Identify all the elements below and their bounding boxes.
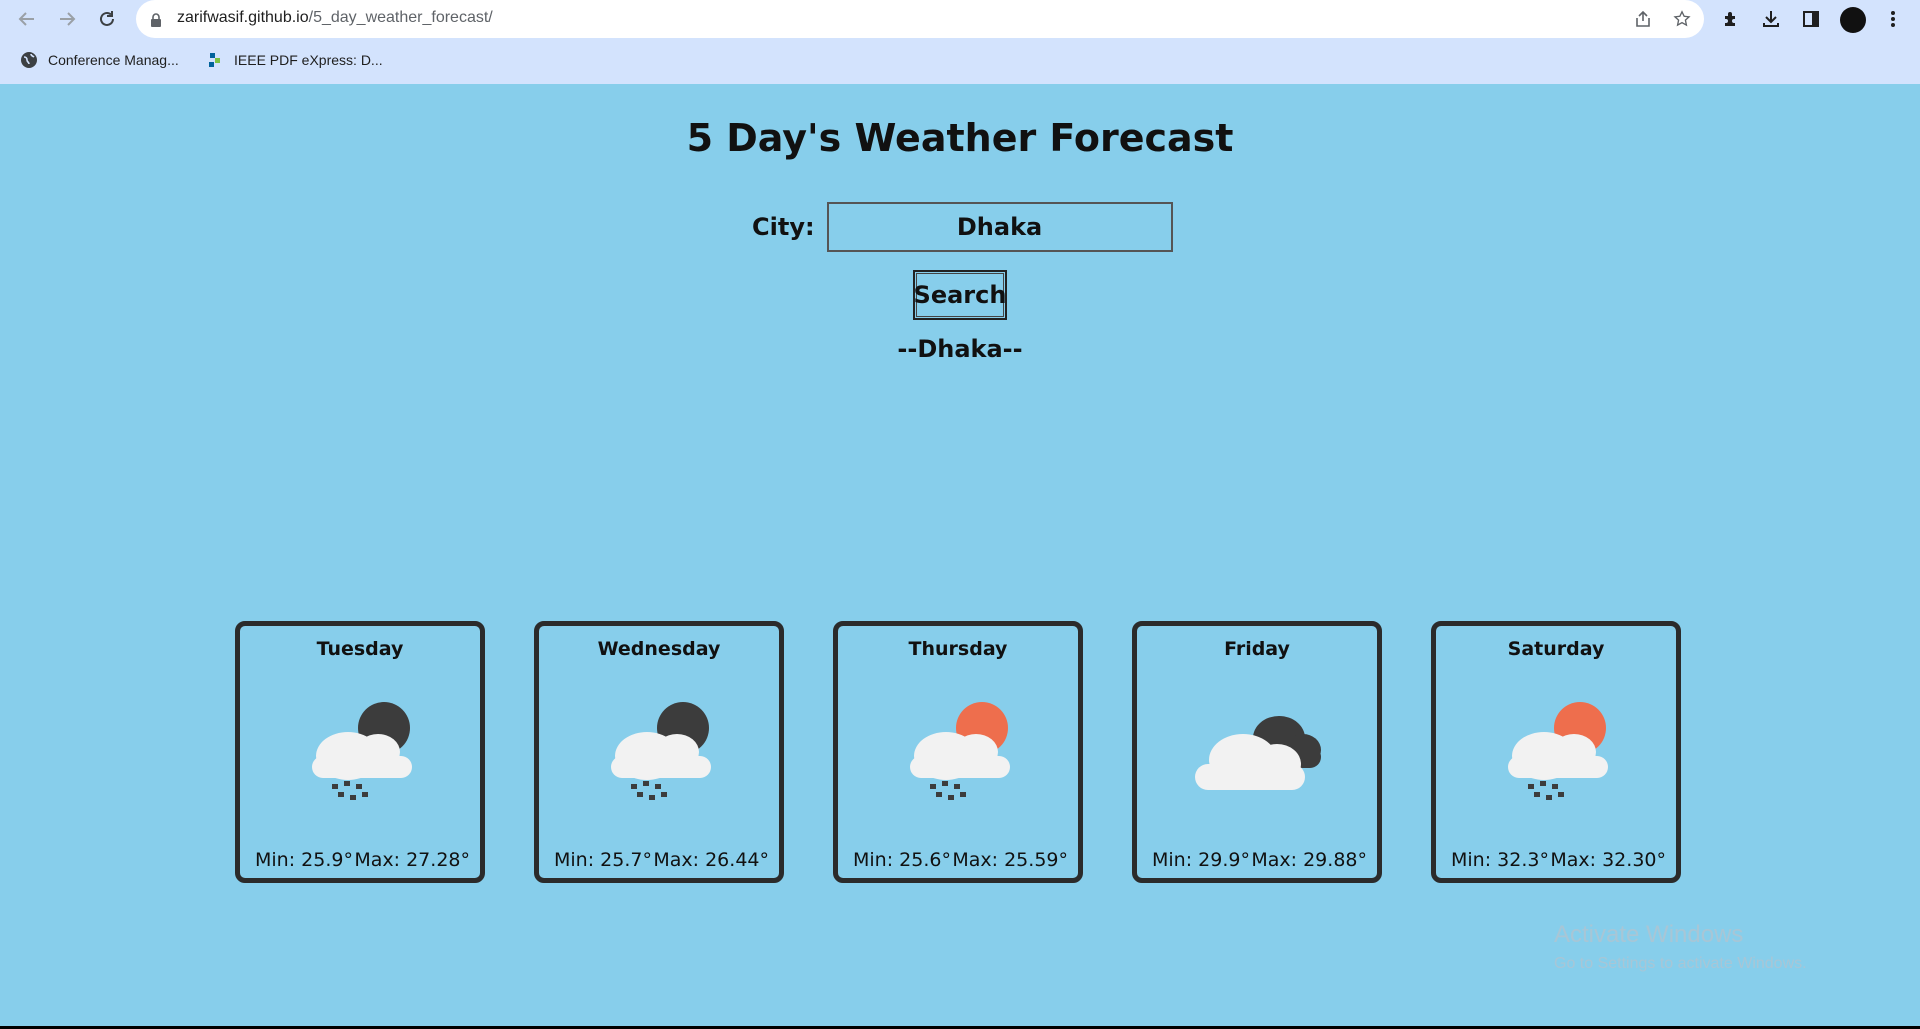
browser-toolbar: zarifwasif.github.io/5_day_weather_forec… [0, 0, 1920, 38]
bookmark-label: Conference Manag... [48, 52, 179, 68]
forward-icon[interactable] [52, 4, 82, 34]
url-path: /5_day_weather_forecast/ [308, 9, 493, 26]
watermark-subtitle: Go to Settings to activate Windows. [1554, 955, 1807, 972]
forecast-card: Tuesday Min: 25.9° Max: 27.28° [235, 621, 485, 883]
max-temp: Max: 32.30° [1550, 849, 1666, 871]
forecast-temps: Min: 29.9° Max: 29.88° [1152, 849, 1367, 871]
reload-icon[interactable] [92, 4, 122, 34]
forecast-day: Wednesday [597, 638, 721, 660]
forecast-temps: Min: 32.3° Max: 32.30° [1451, 849, 1666, 871]
search-button[interactable]: Search [913, 270, 1007, 320]
url-host: zarifwasif.github.io [177, 9, 309, 26]
bookmarks-bar: Conference Manag... IEEE PDF eXpress: D.… [0, 46, 1920, 76]
max-temp: Max: 25.59° [952, 849, 1068, 871]
forecast-day: Saturday [1507, 638, 1605, 660]
forecast-card: Thursday Min: 25.6° Max: 25.59° [833, 621, 1083, 883]
forecast-card: Friday Min: 29.9° Max: 29.88° [1132, 621, 1382, 883]
lock-icon[interactable] [150, 12, 162, 31]
extensions-icon[interactable] [1718, 6, 1744, 32]
forecast-day: Friday [1224, 638, 1290, 660]
forecast-day: Thursday [908, 638, 1008, 660]
min-temp: Min: 32.3° [1451, 849, 1549, 871]
forecast-cards: Tuesday Min: 25.9° Max: 27.28° Wednesday [235, 621, 1685, 883]
bookmark-label: IEEE PDF eXpress: D... [234, 52, 383, 68]
globe-icon [20, 51, 38, 69]
menu-kebab-icon[interactable] [1880, 6, 1906, 32]
forecast-day: Tuesday [316, 638, 404, 660]
forecast-temps: Min: 25.7° Max: 26.44° [554, 849, 769, 871]
cloud-rain-night-icon [611, 702, 711, 800]
side-panel-icon[interactable] [1798, 6, 1824, 32]
ieee-icon [206, 51, 224, 69]
min-temp: Min: 25.6° [853, 849, 951, 871]
download-icon[interactable] [1758, 6, 1784, 32]
forecast-temps: Min: 25.9° Max: 27.28° [255, 849, 470, 871]
min-temp: Min: 25.9° [255, 849, 353, 871]
max-temp: Max: 29.88° [1251, 849, 1367, 871]
bookmark-conference[interactable]: Conference Manag... [20, 51, 179, 69]
forecast-temps: Min: 25.6° Max: 25.59° [853, 849, 1068, 871]
back-icon[interactable] [12, 4, 42, 34]
bookmark-star-icon[interactable] [1670, 7, 1694, 31]
min-temp: Min: 29.9° [1152, 849, 1250, 871]
city-form: City: [752, 202, 1173, 252]
city-input[interactable] [826, 202, 1173, 252]
forecast-card: Wednesday Min: 25.7° Max: 26.44° [534, 621, 784, 883]
page-content: 5 Day's Weather Forecast City: Search --… [0, 84, 1920, 1029]
max-temp: Max: 26.44° [653, 849, 769, 871]
cloud-rain-night-icon [312, 702, 412, 800]
cloud-rain-sun-icon [1508, 702, 1608, 800]
min-temp: Min: 25.7° [554, 849, 652, 871]
city-heading: --Dhaka-- [897, 335, 1023, 363]
address-bar[interactable]: zarifwasif.github.io/5_day_weather_forec… [136, 0, 1704, 38]
bookmark-ieee[interactable]: IEEE PDF eXpress: D... [206, 51, 383, 69]
profile-avatar[interactable] [1840, 7, 1866, 33]
forecast-card: Saturday Min: 32.3° Max: 32.30° [1431, 621, 1681, 883]
url-text: zarifwasif.github.io/5_day_weather_forec… [177, 9, 493, 27]
page-title: 5 Day's Weather Forecast [686, 116, 1234, 160]
browser-chrome: zarifwasif.github.io/5_day_weather_forec… [0, 0, 1920, 84]
watermark-title: Activate Windows [1554, 921, 1744, 948]
broken-clouds-icon [1195, 716, 1321, 790]
search-button-label: Search [914, 273, 1006, 317]
activate-windows-watermark: Activate Windows Go to Settings to activ… [1554, 921, 1807, 973]
cloud-rain-sun-icon [910, 702, 1010, 800]
share-icon[interactable] [1631, 7, 1655, 31]
city-label: City: [752, 213, 815, 241]
max-temp: Max: 27.28° [354, 849, 470, 871]
